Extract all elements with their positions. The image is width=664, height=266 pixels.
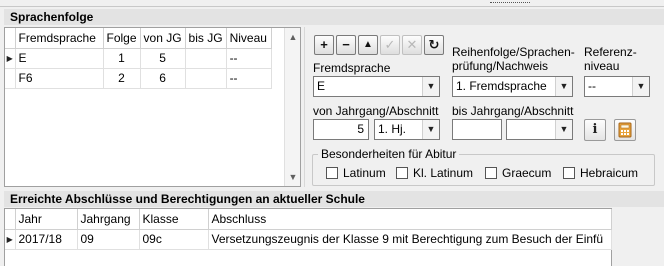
graecum-label[interactable]: Graecum	[502, 166, 551, 180]
row-indicator: ▶	[5, 48, 16, 69]
abschluesse-header: Erreichte Abschlüsse und Berechtigungen …	[4, 191, 664, 207]
bis-abschnitt-select[interactable]: ▼	[506, 119, 573, 140]
bis-jahrgang-label: bis Jahrgang/Abschnitt	[452, 104, 574, 118]
referenzniveau-value: --	[588, 79, 596, 93]
referenzniveau-label: Referenz- niveau	[584, 45, 637, 73]
cell-jahrgang[interactable]: 09	[77, 229, 140, 250]
hebraicum-label[interactable]: Hebraicum	[580, 166, 638, 180]
von-abschnitt-value: 1. Hj.	[378, 122, 407, 136]
column-header-von-jg[interactable]: von JG	[140, 28, 186, 49]
chevron-down-icon[interactable]: ▼	[555, 120, 572, 139]
cell-fremdsprache[interactable]: F6	[15, 68, 104, 89]
latinum-label[interactable]: Latinum	[343, 166, 386, 180]
table-row[interactable]: ▶ 2017/18 09 09c Versetzungszeugnis der …	[5, 229, 612, 250]
calculator-icon	[618, 122, 632, 138]
panel-divider	[304, 27, 305, 187]
column-header-bis-jg[interactable]: bis JG	[185, 28, 227, 49]
add-button[interactable]: +	[314, 35, 334, 55]
bis-jahrgang-input[interactable]	[452, 119, 502, 140]
column-header-klasse[interactable]: Klasse	[139, 209, 209, 230]
sprachenfolge-header: Sprachenfolge	[4, 9, 664, 25]
scroll-up-icon[interactable]: ▲	[285, 29, 301, 45]
graecum-checkbox[interactable]	[485, 167, 497, 179]
cell-jahr[interactable]: 2017/18	[15, 229, 78, 250]
reihenfolge-label-line2: prüfung/Nachweis	[452, 59, 549, 73]
chevron-down-icon[interactable]: ▼	[632, 77, 649, 96]
confirm-button[interactable]: ✓	[380, 35, 400, 55]
cell-von-jg[interactable]: 6	[140, 68, 186, 89]
cell-niveau[interactable]: --	[226, 68, 272, 89]
von-abschnitt-select[interactable]: 1. Hj. ▼	[374, 119, 440, 140]
table-row[interactable]: F6 2 6 --	[5, 68, 272, 89]
row-indicator-header	[5, 28, 16, 49]
move-up-button[interactable]: ▲	[358, 35, 378, 55]
splitter-grip	[490, 2, 530, 4]
cell-folge[interactable]: 2	[103, 68, 141, 89]
info-icon: i	[592, 122, 598, 137]
row-indicator-header	[5, 209, 16, 230]
column-header-folge[interactable]: Folge	[103, 28, 141, 49]
remove-button[interactable]: −	[336, 35, 356, 55]
fremdsprache-label: Fremdsprache	[313, 61, 391, 75]
cancel-button[interactable]: ✕	[402, 35, 422, 55]
column-header-abschluss[interactable]: Abschluss	[208, 209, 612, 230]
abitur-groupbox-title: Besonderheiten für Abitur	[318, 147, 460, 161]
abschluesse-grid[interactable]: Jahr Jahrgang Klasse Abschluss ▶ 2017/18…	[4, 208, 612, 266]
reihenfolge-select[interactable]: 1. Fremdsprache ▼	[452, 76, 573, 97]
table-row[interactable]: ▶ E 1 5 --	[5, 48, 272, 69]
referenzniveau-label-line2: niveau	[584, 59, 620, 73]
sprachenfolge-grid[interactable]: Fremdsprache Folge von JG bis JG Niveau …	[4, 27, 301, 187]
scroll-down-icon[interactable]: ▼	[285, 169, 301, 185]
grid-header-row: Fremdsprache Folge von JG bis JG Niveau	[5, 28, 272, 49]
cell-niveau[interactable]: --	[226, 48, 272, 69]
info-button[interactable]: i	[584, 119, 606, 141]
fremdsprache-select[interactable]: E ▼	[313, 76, 440, 97]
von-jahrgang-input[interactable]: 5	[313, 119, 369, 140]
kl-latinum-checkbox[interactable]	[396, 167, 408, 179]
chevron-down-icon[interactable]: ▼	[555, 77, 572, 96]
reihenfolge-value: 1. Fremdsprache	[456, 79, 547, 93]
reihenfolge-label: Reihenfolge/Sprachen- prüfung/Nachweis	[452, 45, 575, 73]
chevron-down-icon[interactable]: ▼	[422, 120, 439, 139]
cell-folge[interactable]: 1	[103, 48, 141, 69]
cell-klasse[interactable]: 09c	[139, 229, 209, 250]
cell-fremdsprache[interactable]: E	[15, 48, 104, 69]
chevron-down-icon[interactable]: ▼	[422, 77, 439, 96]
cell-abschluss[interactable]: Versetzungszeugnis der Klasse 9 mit Bere…	[208, 229, 612, 250]
column-header-jahrgang[interactable]: Jahrgang	[77, 209, 140, 230]
row-indicator	[5, 68, 16, 89]
top-splitter[interactable]	[0, 0, 664, 7]
cell-bis-jg[interactable]	[185, 48, 227, 69]
latinum-checkbox[interactable]	[326, 167, 338, 179]
column-header-niveau[interactable]: Niveau	[226, 28, 272, 49]
grid-header-row: Jahr Jahrgang Klasse Abschluss	[5, 209, 612, 230]
hebraicum-checkbox[interactable]	[563, 167, 575, 179]
kl-latinum-label[interactable]: Kl. Latinum	[413, 166, 473, 180]
referenzniveau-select[interactable]: -- ▼	[584, 76, 650, 97]
cell-bis-jg[interactable]	[185, 68, 227, 89]
fremdsprache-value: E	[317, 79, 326, 93]
calculator-button[interactable]	[614, 119, 636, 141]
refresh-button[interactable]: ↻	[424, 35, 444, 55]
grid-vertical-scrollbar[interactable]: ▲ ▼	[284, 28, 300, 186]
referenzniveau-label-line1: Referenz-	[584, 45, 637, 59]
row-indicator: ▶	[5, 229, 16, 250]
reihenfolge-label-line1: Reihenfolge/Sprachen-	[452, 45, 575, 59]
column-header-jahr[interactable]: Jahr	[15, 209, 78, 230]
von-jahrgang-label: von Jahrgang/Abschnitt	[313, 104, 439, 118]
column-header-fremdsprache[interactable]: Fremdsprache	[15, 28, 104, 49]
cell-von-jg[interactable]: 5	[140, 48, 186, 69]
